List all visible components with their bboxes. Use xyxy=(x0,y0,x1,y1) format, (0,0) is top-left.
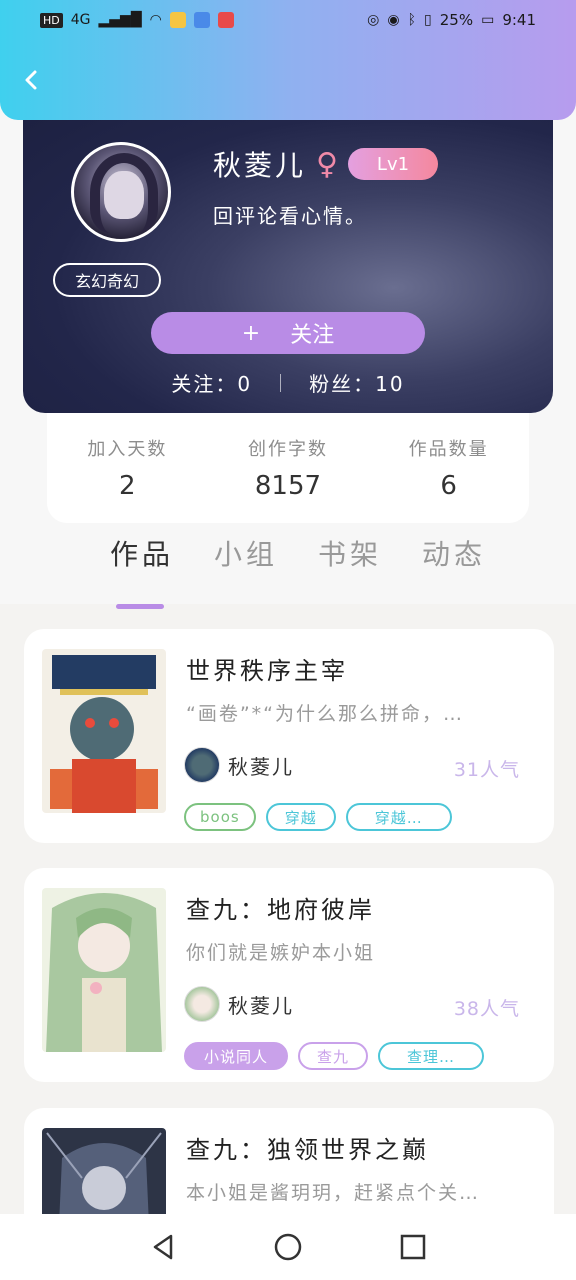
tab-works[interactable]: 作品 xyxy=(110,533,175,609)
app-icon xyxy=(193,12,210,28)
system-nav-bar xyxy=(0,1214,576,1280)
stat-value: 6 xyxy=(440,471,457,501)
stat-label: 加入天数 xyxy=(87,439,168,460)
back-button[interactable] xyxy=(20,68,44,92)
signal-4g-label: 4G xyxy=(70,12,91,28)
stat-works-count: 作品数量 6 xyxy=(379,435,519,501)
work-description: 你们就是嫉妒本小姐 xyxy=(186,942,376,964)
tag[interactable]: 穿越 xyxy=(265,803,336,831)
content-tabs: 作品 小组 书架 动态 xyxy=(110,533,486,609)
work-cover xyxy=(42,888,166,1052)
nav-recents-button[interactable] xyxy=(393,1227,433,1267)
tab-groups[interactable]: 小组 xyxy=(214,533,278,573)
stat-label: 创作字数 xyxy=(247,439,328,460)
tab-active-indicator xyxy=(116,604,164,609)
profile-card: 玄幻奇幻 秋菱儿 ♀ Lv1 回评论看心情。 + 关注 关注：0 粉丝：10 xyxy=(23,100,553,413)
author-avatar xyxy=(184,986,220,1022)
work-title: 查九：地府彼岸 xyxy=(186,896,375,924)
tab-bookshelf[interactable]: 书架 xyxy=(318,533,382,573)
stat-label: 作品数量 xyxy=(408,439,489,460)
hd-indicator: HD xyxy=(40,12,63,28)
author-name: 秋菱儿 xyxy=(228,754,294,779)
stats-box: 加入天数 2 创作字数 8157 作品数量 6 xyxy=(47,413,529,523)
female-gender-icon: ♀ xyxy=(316,146,338,182)
chevron-left-icon xyxy=(25,70,37,90)
author-row: 秋菱儿 xyxy=(184,747,294,783)
cover-illustration xyxy=(42,649,166,813)
name-row: 秋菱儿 ♀ Lv1 xyxy=(213,144,438,184)
tab-label: 小组 xyxy=(214,538,279,571)
author-avatar xyxy=(184,747,220,783)
follow-stats: 关注：0 粉丝：10 xyxy=(23,368,553,397)
divider xyxy=(280,373,282,392)
follow-button[interactable]: + 关注 xyxy=(151,312,425,354)
level-badge: Lv1 xyxy=(348,148,438,180)
work-description: “画卷”*“为什么那么拼命，… xyxy=(186,703,465,725)
genre-tag[interactable]: 玄幻奇幻 xyxy=(53,263,161,297)
clock: 9:41 xyxy=(502,11,536,29)
battery-percent: 25% xyxy=(439,11,474,29)
stat-value: 8157 xyxy=(254,471,322,501)
following-count[interactable]: 关注：0 xyxy=(171,368,252,397)
author-row: 秋菱儿 xyxy=(184,986,294,1022)
work-description: 本小姐是酱玥玥，赶紧点个关… xyxy=(186,1182,481,1204)
avatar-face xyxy=(104,171,144,219)
wifi-icon: ◠ xyxy=(149,12,162,28)
popularity-count: 38人气 xyxy=(453,998,520,1020)
eye-icon: ◉ xyxy=(387,12,400,28)
status-bar: HD 4G ▂▄▆█ ◠ ◎ ◉ ᛒ ▯ 25% ▭ 9:41 xyxy=(0,0,576,40)
work-title: 查九：独领世界之巅 xyxy=(186,1136,429,1164)
home-circle-icon xyxy=(274,1233,302,1261)
user-bio: 回评论看心情。 xyxy=(213,204,367,228)
stat-word-count: 创作字数 8157 xyxy=(218,435,358,501)
work-card[interactable]: 查九：地府彼岸 你们就是嫉妒本小姐 秋菱儿 38人气 小说同人 查九 查理… xyxy=(24,868,554,1082)
stat-join-days: 加入天数 2 xyxy=(57,435,197,501)
signal-icon: ▂▄▆█ xyxy=(98,12,142,28)
header-bar xyxy=(0,40,576,120)
tag-list: boos 穿越 穿越… xyxy=(184,803,452,831)
user-name: 秋菱儿 xyxy=(213,149,307,182)
app-icon xyxy=(217,12,234,28)
fans-count[interactable]: 粉丝：10 xyxy=(309,368,404,397)
popularity-count: 31人气 xyxy=(453,759,520,781)
headphone-icon: ◎ xyxy=(367,12,380,28)
notification-icon xyxy=(169,12,186,28)
battery-icon: ▭ xyxy=(481,12,495,28)
tab-label: 书架 xyxy=(318,538,383,571)
stat-value: 2 xyxy=(119,471,136,501)
tag[interactable]: boos xyxy=(184,803,256,831)
vibrate-icon: ▯ xyxy=(424,12,432,28)
tag[interactable]: 查理… xyxy=(378,1042,484,1070)
plus-icon: + xyxy=(241,320,261,346)
tab-label: 动态 xyxy=(422,538,487,571)
author-name: 秋菱儿 xyxy=(228,993,294,1018)
tab-activity[interactable]: 动态 xyxy=(422,533,486,573)
avatar[interactable] xyxy=(71,142,171,242)
tag-list: 小说同人 查九 查理… xyxy=(184,1042,484,1070)
recents-square-icon xyxy=(401,1234,426,1260)
work-title: 世界秩序主宰 xyxy=(186,657,348,685)
nav-back-button[interactable] xyxy=(143,1227,183,1267)
tag[interactable]: 穿越… xyxy=(345,803,452,831)
bluetooth-icon: ᛒ xyxy=(407,12,417,28)
follow-label: 关注 xyxy=(290,323,335,348)
nav-home-button[interactable] xyxy=(268,1227,308,1267)
work-cover xyxy=(42,649,166,813)
work-card[interactable]: 世界秩序主宰 “画卷”*“为什么那么拼命，… 秋菱儿 31人气 boos 穿越 … xyxy=(24,629,554,843)
tag[interactable]: 查九 xyxy=(298,1042,368,1070)
tag[interactable]: 小说同人 xyxy=(184,1042,288,1070)
back-triangle-icon xyxy=(153,1234,172,1260)
tab-label: 作品 xyxy=(110,538,175,571)
cover-illustration xyxy=(42,888,166,1052)
